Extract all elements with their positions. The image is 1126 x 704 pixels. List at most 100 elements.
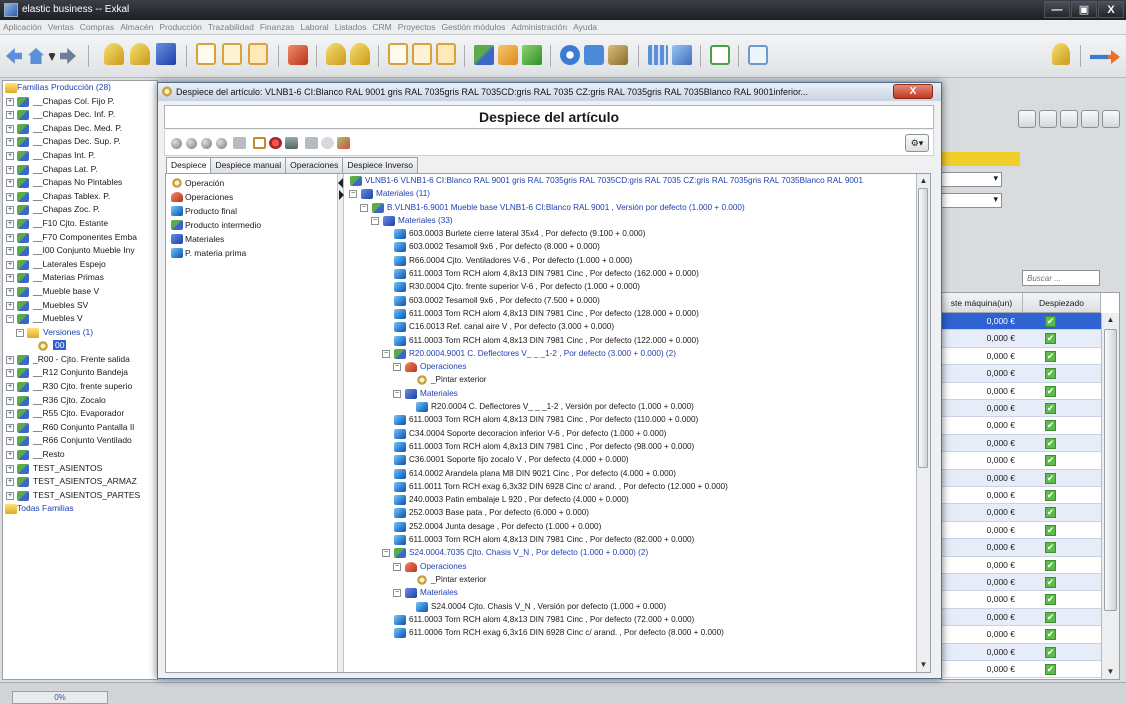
menu-item-7[interactable]: Laboral (300, 20, 328, 35)
collapse-icon[interactable]: − (393, 589, 401, 598)
menu-item-12[interactable]: Administración (511, 20, 567, 35)
copy-icon[interactable] (1102, 110, 1120, 128)
collapse-icon[interactable]: − (382, 349, 390, 358)
collapse-left-icon[interactable] (338, 178, 343, 188)
tree-node[interactable]: − Operaciones (346, 360, 916, 373)
tab-0[interactable]: Despiece (166, 157, 212, 174)
table-row[interactable]: 0,000 € ✔ (941, 626, 1101, 644)
check-document-icon[interactable] (710, 45, 730, 65)
tree-node[interactable]: VLNB1-6 VLNB1-6 CI:Blanco RAL 9001 gris … (346, 174, 916, 187)
expand-icon[interactable]: + (6, 260, 14, 269)
tab-3[interactable]: Despiece Inverso (342, 157, 418, 173)
column-header-cost[interactable]: ste máquina(un) (941, 293, 1023, 313)
exploded-checkbox[interactable]: ✔ (1045, 403, 1056, 414)
expand-icon[interactable]: + (6, 478, 14, 487)
menu-item-5[interactable]: Trazabilidad (208, 20, 254, 35)
menu-item-1[interactable]: Ventas (48, 20, 74, 35)
window-icon[interactable] (672, 45, 692, 65)
machine-icon[interactable] (584, 45, 604, 65)
table-icon[interactable] (648, 45, 668, 65)
tree-node[interactable]: − Materiales (33) (346, 214, 916, 227)
last-record-icon[interactable] (216, 138, 227, 149)
family-item[interactable]: + __Materias Primas (3, 271, 157, 285)
menu-item-2[interactable]: Compras (80, 20, 114, 35)
print-icon[interactable] (285, 137, 298, 149)
expand-icon[interactable]: + (6, 464, 14, 473)
tree-node[interactable]: − Operaciones (346, 560, 916, 573)
exploded-checkbox[interactable]: ✔ (1045, 559, 1056, 571)
tree-scroll-thumb[interactable] (918, 188, 928, 468)
expand-icon[interactable]: + (6, 274, 14, 283)
user-config-icon[interactable] (156, 43, 176, 65)
maximize-button[interactable]: ▣ (1071, 1, 1097, 18)
expand-icon[interactable]: + (6, 287, 14, 296)
exploded-checkbox[interactable]: ✔ (1045, 333, 1056, 345)
expand-icon[interactable]: + (6, 355, 14, 364)
exploded-checkbox[interactable]: ✔ (1045, 490, 1056, 501)
exploded-checkbox[interactable]: ✔ (1045, 629, 1056, 641)
exploded-checkbox[interactable]: ✔ (1045, 507, 1056, 519)
family-item[interactable]: + __Resto (3, 448, 157, 462)
refresh-icon[interactable] (1081, 110, 1099, 128)
family-tree-header[interactable]: Familias Producción (28) (3, 81, 157, 95)
tree-node[interactable]: 611.0003 Torn RCH alom 4,8x13 DIN 7981 C… (346, 440, 916, 453)
table-row[interactable]: 0,000 € ✔ (941, 487, 1101, 505)
family-item[interactable]: + __R55 Cjto. Evaporador (3, 407, 157, 421)
tree-node[interactable]: 611.0003 Torn RCH alom 4,8x13 DIN 7981 C… (346, 334, 916, 347)
tree-node[interactable]: R66.0004 Cjto. Ventiladores V-6 , Por de… (346, 254, 916, 267)
grid-icon[interactable] (1060, 110, 1078, 128)
color-icon[interactable] (269, 137, 282, 149)
tree-node[interactable]: − Materiales (346, 586, 916, 599)
tree-node[interactable]: C34.0004 Soporte decoracion inferior V-6… (346, 427, 916, 440)
table-row[interactable]: 0,000 € ✔ (941, 661, 1101, 679)
expand-icon[interactable]: + (6, 192, 14, 201)
tree-node[interactable]: _Pintar exterior (346, 373, 916, 386)
current-user-icon[interactable] (1052, 43, 1070, 65)
tree-node[interactable]: _Pintar exterior (346, 573, 916, 586)
table-row[interactable]: 0,000 € ✔ (941, 434, 1101, 453)
exploded-checkbox[interactable]: ✔ (1045, 437, 1056, 449)
table-row[interactable]: 0,000 € ✔ (941, 313, 1101, 331)
collapse-icon[interactable]: − (360, 203, 368, 212)
tree-node[interactable]: 611.0011 Torn RCH exag 6,3x32 DIN 6928 C… (346, 480, 916, 493)
menu-item-8[interactable]: Listados (335, 20, 367, 35)
exploded-checkbox[interactable]: ✔ (1045, 646, 1056, 658)
table-row[interactable]: 0,000 € ✔ (941, 469, 1101, 487)
menu-item-13[interactable]: Ayuda (573, 20, 597, 35)
table-row[interactable]: 0,000 € ✔ (941, 452, 1101, 470)
expand-icon[interactable]: + (6, 138, 14, 147)
collapse-icon[interactable]: − (349, 190, 357, 199)
table-row[interactable]: 0,000 € ✔ (941, 557, 1101, 574)
table-row[interactable]: 0,000 € ✔ (941, 504, 1101, 522)
family-item[interactable]: + TEST_ASIENTOS (3, 462, 157, 476)
tree-node[interactable]: 614.0002 Arandela plana M8 DIN 9021 Cinc… (346, 467, 916, 480)
tree-node[interactable]: 611.0003 Torn RCH alom 4,8x13 DIN 7981 C… (346, 267, 916, 280)
family-item[interactable]: + __Laterales Espejo (3, 258, 157, 272)
table-row[interactable]: 0,000 € ✔ (941, 591, 1101, 609)
stock-icon[interactable] (522, 45, 542, 65)
invoice-edit-icon[interactable] (412, 43, 432, 65)
users-icon[interactable] (130, 43, 150, 65)
exploded-checkbox[interactable]: ✔ (1045, 368, 1056, 380)
home-icon[interactable] (28, 48, 44, 64)
expand-icon[interactable]: + (6, 410, 14, 419)
column-header-exploded[interactable]: Despiezado (1023, 293, 1101, 313)
tree-node[interactable]: 611.0006 Torn RCH exag 6,3x16 DIN 6928 C… (346, 626, 916, 639)
family-item[interactable]: + __Chapas Int. P. (3, 149, 157, 163)
record-icon[interactable] (1039, 110, 1057, 128)
table-row[interactable]: 0,000 € ✔ (941, 330, 1101, 348)
invoice-report-icon[interactable] (436, 43, 456, 65)
family-item[interactable]: + __Chapas Dec. Med. P. (3, 122, 157, 136)
table-row[interactable]: 0,000 € ✔ (941, 365, 1101, 383)
tree-node[interactable]: 603.0002 Tesamoll 9x6 , Por defecto (7.5… (346, 294, 916, 307)
expand-icon[interactable]: + (6, 219, 14, 228)
tree-node[interactable]: 611.0003 Torn RCH alom 4,8x13 DIN 7981 C… (346, 533, 916, 546)
expand-icon[interactable]: + (6, 206, 14, 215)
exploded-checkbox[interactable]: ✔ (1045, 316, 1056, 327)
scroll-down-icon[interactable]: ▼ (1102, 665, 1119, 679)
exploded-checkbox[interactable]: ✔ (1045, 664, 1056, 675)
tree-node[interactable]: − S24.0004.7035 Cjto. Chasis V_N , Por de… (346, 546, 916, 559)
collapse-icon[interactable]: − (393, 363, 401, 372)
table-row[interactable]: 0,000 € ✔ (941, 400, 1101, 418)
tree-node[interactable]: 252.0003 Base pata , Por defecto (6.000 … (346, 506, 916, 519)
